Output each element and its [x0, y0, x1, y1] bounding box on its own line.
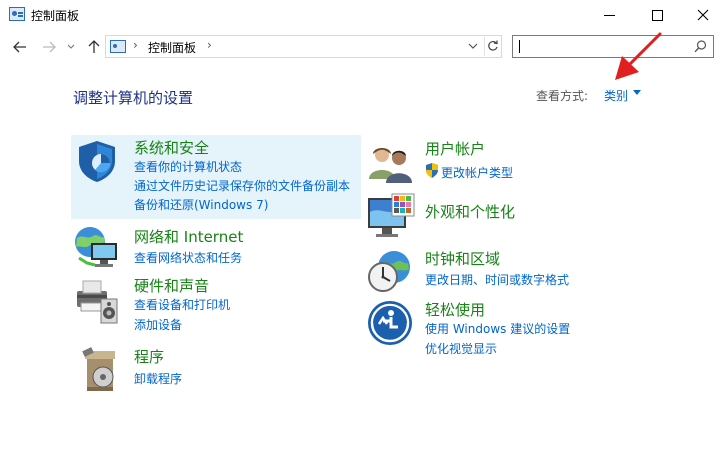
printer-icon — [77, 280, 118, 324]
text-caret — [519, 40, 520, 53]
uac-shield-icon — [426, 163, 438, 178]
category-link[interactable]: 通过文件历史记录保存你的文件备份副本 — [134, 177, 350, 194]
clock-globe-icon — [368, 251, 410, 292]
address-dropdown-button[interactable] — [468, 38, 478, 57]
refresh-icon — [488, 40, 498, 51]
dropdown-arrow-icon[interactable] — [633, 90, 641, 95]
page-heading: 调整计算机的设置 — [73, 89, 194, 107]
network-globe-icon — [75, 227, 117, 267]
back-arrow-icon — [13, 41, 26, 53]
category-link[interactable]: 使用 Windows 建议的设置 — [425, 320, 570, 337]
forward-button[interactable] — [39, 38, 59, 56]
category-link[interactable]: 更改帐户类型 — [441, 164, 513, 181]
category-title[interactable]: 用户帐户 — [425, 138, 485, 159]
maximize-button[interactable] — [634, 0, 680, 30]
view-by-dropdown[interactable]: 类别 — [604, 87, 628, 104]
category-programs[interactable]: 程序 卸载程序 — [71, 345, 361, 391]
users-icon — [369, 148, 412, 183]
category-link[interactable]: 更改日期、时间或数字格式 — [425, 271, 569, 288]
chevron-down-icon — [468, 43, 478, 49]
chevron-down-icon — [67, 44, 75, 49]
category-title[interactable]: 系统和安全 — [134, 137, 209, 158]
category-title[interactable]: 硬件和声音 — [134, 275, 209, 296]
up-arrow-icon — [88, 40, 100, 53]
close-button[interactable] — [680, 0, 724, 30]
maximize-icon — [651, 9, 663, 21]
breadcrumb-separator-icon[interactable]: › — [133, 38, 138, 52]
category-clock-region[interactable]: 时钟和区域 更改日期、时间或数字格式 — [366, 247, 656, 293]
window-title: 控制面板 — [31, 9, 80, 23]
category-title[interactable]: 网络和 Internet — [134, 226, 243, 247]
category-title[interactable]: 程序 — [134, 346, 164, 367]
view-by-label: 查看方式: — [536, 89, 589, 103]
annotation-arrow-icon — [615, 32, 662, 80]
up-button[interactable] — [84, 38, 104, 56]
forward-arrow-icon — [43, 41, 56, 53]
category-link[interactable]: 查看你的计算机状态 — [134, 158, 242, 175]
recent-locations-button[interactable] — [64, 38, 78, 56]
programs-icon — [82, 347, 115, 391]
control-panel-app-icon — [9, 7, 25, 21]
category-link[interactable]: 优化视觉显示 — [425, 340, 497, 357]
monitor-palette-icon — [368, 193, 415, 237]
category-link[interactable]: 添加设备 — [134, 316, 182, 333]
category-appearance[interactable]: 外观和个性化 — [366, 190, 656, 240]
category-hardware-sound[interactable]: 硬件和声音 查看设备和打印机 添加设备 — [71, 275, 361, 335]
category-title[interactable]: 外观和个性化 — [425, 201, 515, 222]
category-title[interactable]: 轻松使用 — [425, 299, 485, 320]
category-ease-of-access[interactable]: 轻松使用 使用 Windows 建议的设置 优化视觉显示 — [366, 297, 656, 357]
search-icon[interactable] — [694, 39, 707, 54]
accessibility-icon — [368, 301, 412, 345]
control-panel-icon — [110, 40, 126, 53]
minimize-button[interactable] — [586, 0, 632, 30]
category-link[interactable]: 卸载程序 — [134, 370, 182, 387]
breadcrumb-separator-icon[interactable]: › — [207, 38, 212, 52]
category-system-security[interactable]: 系统和安全 查看你的计算机状态 通过文件历史记录保存你的文件备份副本 备份和还原… — [71, 135, 361, 219]
category-link[interactable]: 查看网络状态和任务 — [134, 249, 242, 266]
close-icon — [697, 9, 709, 21]
category-title[interactable]: 时钟和区域 — [425, 248, 500, 269]
address-bar[interactable]: › 控制面板 › — [105, 35, 502, 58]
title-bar: 控制面板 — [0, 0, 724, 30]
minimize-icon — [603, 14, 615, 16]
shield-icon — [79, 141, 115, 182]
refresh-button[interactable] — [484, 37, 501, 56]
category-user-accounts[interactable]: 用户帐户 更改帐户类型 — [366, 137, 656, 183]
category-link[interactable]: 查看设备和打印机 — [134, 296, 230, 313]
breadcrumb-control-panel[interactable]: 控制面板 — [148, 39, 196, 56]
back-button[interactable] — [10, 38, 30, 56]
category-link[interactable]: 备份和还原(Windows 7) — [134, 196, 268, 213]
category-network-internet[interactable]: 网络和 Internet 查看网络状态和任务 — [71, 225, 361, 271]
